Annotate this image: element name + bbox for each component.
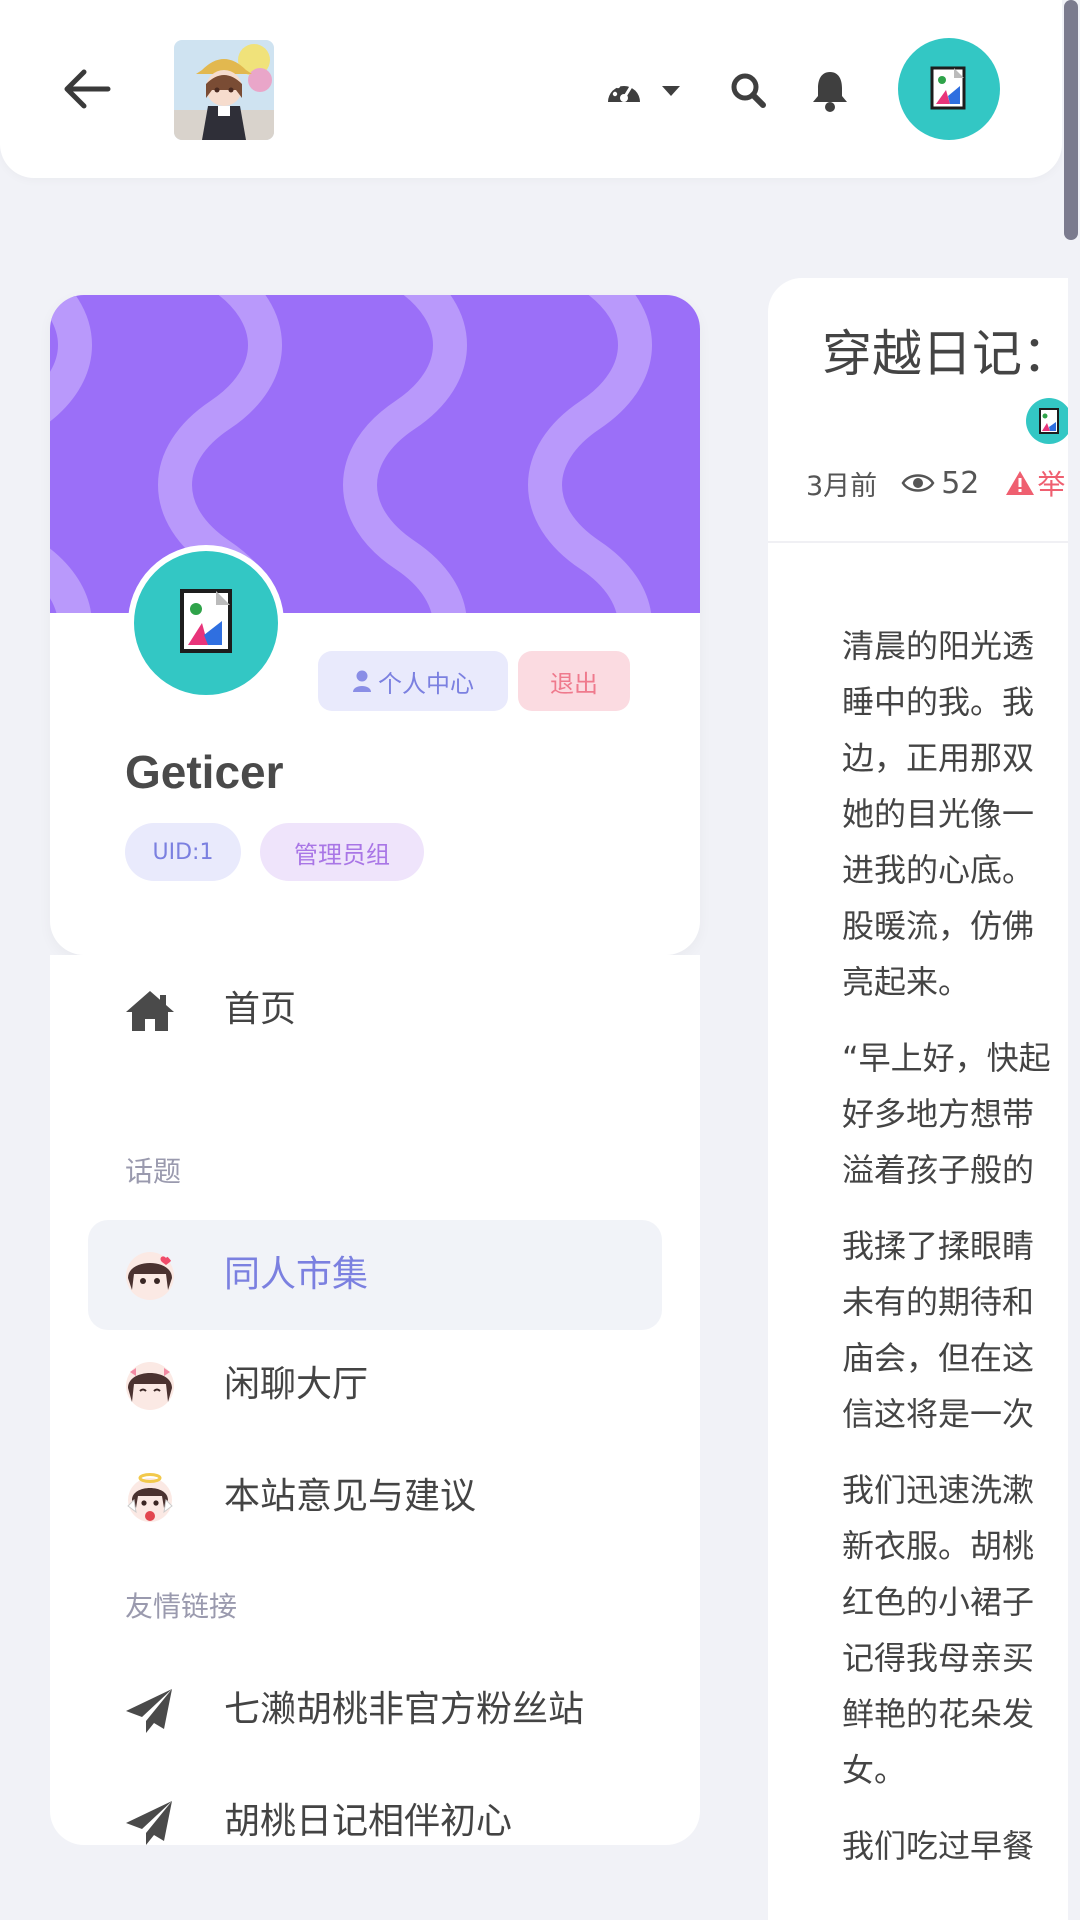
report-button[interactable]: 举 bbox=[1005, 463, 1065, 503]
text-line: 我们迅速洗漱 bbox=[842, 1471, 1035, 1509]
text-line: 我们吃过早餐 bbox=[842, 1827, 1035, 1865]
text-line: 女。 bbox=[842, 1751, 907, 1789]
top-bar bbox=[0, 0, 1062, 178]
angel-avatar-icon bbox=[127, 1473, 173, 1522]
bell-icon bbox=[813, 72, 847, 112]
profile-avatar[interactable] bbox=[128, 545, 284, 701]
post-views: 52 bbox=[901, 466, 979, 501]
post-paragraph: 我揉了揉眼睛 未有的期待和 庙会，但在这 信这将是一次 bbox=[842, 1218, 1068, 1442]
text-line: 睡中的我。我 bbox=[842, 683, 1035, 721]
site-logo-image bbox=[174, 40, 274, 140]
chibi-avatar-icon bbox=[126, 1252, 174, 1300]
text-line: 记得我母亲买 bbox=[842, 1639, 1035, 1677]
nav-item-label: 七濑胡桃非官方粉丝站 bbox=[224, 1689, 585, 1730]
nav-item-label: 本站意见与建议 bbox=[224, 1476, 477, 1517]
search-button[interactable] bbox=[728, 70, 768, 110]
text-line: 我揉了揉眼睛 bbox=[842, 1227, 1035, 1265]
post-paragraph: 我们迅速洗漱 新衣服。胡桃 红色的小裙子 记得我母亲买 鲜艳的花朵发 女。 bbox=[842, 1462, 1068, 1798]
text-line: 红色的小裙子 bbox=[842, 1583, 1035, 1621]
scrollbar-thumb[interactable] bbox=[1064, 0, 1078, 240]
user-avatar-button[interactable] bbox=[898, 38, 1000, 140]
text-line: “早上好，快起 bbox=[842, 1039, 1051, 1077]
report-label: 举 bbox=[1037, 468, 1066, 501]
sidebar-nav: 首页 话题 同人市集 闲聊大厅 本站意见与建议 友情链接 七濑胡桃非官方粉丝站 … bbox=[50, 955, 700, 1845]
personal-center-button[interactable]: 个人中心 bbox=[318, 651, 508, 711]
home-icon bbox=[126, 991, 174, 1031]
section-heading-links: 友情链接 bbox=[125, 1590, 238, 1623]
text-line: 信这将是一次 bbox=[842, 1395, 1035, 1433]
post-title: 穿越日记： bbox=[822, 325, 1068, 383]
nav-item-label: 同人市集 bbox=[224, 1254, 369, 1295]
text-line: 股暖流，仿佛 bbox=[842, 907, 1035, 945]
text-line: 溢着孩子般的 bbox=[842, 1151, 1035, 1189]
text-line: 新衣服。胡桃 bbox=[842, 1527, 1035, 1565]
dashboard-dropdown[interactable] bbox=[604, 72, 684, 112]
post-card: 穿越日记： 3月前 52 举 清晨的阳光透 睡中的我。我 边，正用那双 她的目光… bbox=[768, 278, 1068, 1920]
chibi-avatar-icon bbox=[126, 1362, 174, 1410]
broken-image-icon bbox=[1039, 408, 1059, 434]
nav-item-label: 首页 bbox=[224, 989, 297, 1030]
warning-icon bbox=[1006, 471, 1035, 495]
author-avatar[interactable] bbox=[1026, 398, 1068, 444]
post-body: 清晨的阳光透 睡中的我。我 边，正用那双 她的目光像一 进我的心底。 股暖流，仿… bbox=[842, 618, 1068, 1894]
uid-badge: UID:1 bbox=[125, 823, 241, 881]
post-divider bbox=[768, 541, 1068, 543]
text-line: 未有的期待和 bbox=[842, 1283, 1035, 1321]
logout-button[interactable]: 退出 bbox=[518, 651, 630, 711]
paper-plane-icon bbox=[126, 1801, 172, 1845]
nav-item-home[interactable]: 首页 bbox=[88, 955, 662, 1065]
broken-image-icon bbox=[180, 589, 232, 653]
broken-image-icon bbox=[930, 66, 966, 110]
username: Geticer bbox=[125, 746, 284, 798]
logout-label: 退出 bbox=[550, 669, 598, 698]
back-button[interactable] bbox=[58, 60, 116, 118]
nav-item-label: 闲聊大厅 bbox=[224, 1364, 369, 1405]
nav-item-topic-market[interactable]: 同人市集 bbox=[88, 1220, 662, 1330]
text-line: 庙会，但在这 bbox=[842, 1339, 1035, 1377]
arrow-left-icon bbox=[64, 69, 111, 109]
section-heading-topics: 话题 bbox=[125, 1155, 182, 1188]
eye-icon bbox=[901, 474, 935, 492]
personal-center-label: 个人中心 bbox=[378, 669, 474, 698]
post-time: 3月前 bbox=[806, 470, 878, 502]
user-icon bbox=[353, 670, 371, 692]
notifications-button[interactable] bbox=[810, 68, 850, 112]
post-paragraph: “早上好，快起 好多地方想带 溢着孩子般的 bbox=[842, 1030, 1068, 1198]
nav-item-topic-feedback[interactable]: 本站意见与建议 bbox=[88, 1442, 662, 1552]
caret-down-icon bbox=[662, 86, 680, 96]
dashboard-icon bbox=[608, 80, 640, 102]
text-line: 好多地方想带 bbox=[842, 1095, 1035, 1133]
post-paragraph: 清晨的阳光透 睡中的我。我 边，正用那双 她的目光像一 进我的心底。 股暖流，仿… bbox=[842, 618, 1068, 1010]
nav-item-link-fansite[interactable]: 七濑胡桃非官方粉丝站 bbox=[88, 1655, 662, 1765]
profile-card: 个人中心 退出 Geticer UID:1 管理员组 bbox=[50, 295, 700, 955]
text-line: 她的目光像一 bbox=[842, 795, 1035, 833]
post-views-count: 52 bbox=[941, 465, 980, 501]
site-logo[interactable] bbox=[174, 40, 274, 140]
post-meta: 3月前 52 举 bbox=[806, 460, 1065, 506]
nav-item-topic-chat[interactable]: 闲聊大厅 bbox=[88, 1330, 662, 1440]
nav-item-link-diary[interactable]: 胡桃日记相伴初心 bbox=[88, 1767, 662, 1845]
group-badge[interactable]: 管理员组 bbox=[260, 823, 424, 881]
text-line: 鲜艳的花朵发 bbox=[842, 1695, 1035, 1733]
search-icon bbox=[731, 73, 766, 108]
text-line: 清晨的阳光透 bbox=[842, 627, 1035, 665]
paper-plane-icon bbox=[126, 1689, 172, 1733]
text-line: 边，正用那双 bbox=[842, 739, 1035, 777]
post-paragraph: 我们吃过早餐 bbox=[842, 1818, 1068, 1874]
text-line: 进我的心底。 bbox=[842, 851, 1035, 889]
nav-item-label: 胡桃日记相伴初心 bbox=[224, 1801, 513, 1842]
text-line: 亮起来。 bbox=[842, 963, 971, 1001]
